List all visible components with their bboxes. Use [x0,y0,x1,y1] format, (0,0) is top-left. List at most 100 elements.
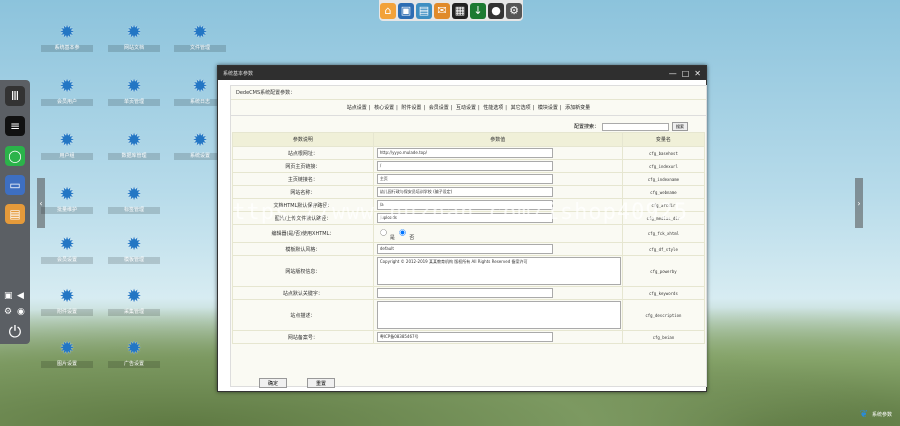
note-icon[interactable]: ▤ [5,204,25,224]
description-textarea[interactable] [376,301,621,329]
table-row: 网站名称： 幼儿园行政与保安员培训学校 (骗子设定) cfg_webname [232,185,706,199]
chat-icon[interactable]: ◯ [5,146,25,166]
document-icon[interactable]: ≡ [5,116,25,136]
monitor-icon[interactable]: ▣ [4,291,13,301]
col-value: 参数值 [372,132,623,147]
tab-add-variable[interactable]: 添加新变量 [565,105,590,111]
gear-icon: ✹ [126,130,142,151]
tab-attachment[interactable]: 附件设置 [401,105,421,111]
drive-icon[interactable]: ▭ [5,175,25,195]
gear-icon: ✹ [192,22,208,43]
folder-icon[interactable]: ▤ [416,2,432,19]
table-row: 站点描述： cfg_description [232,299,706,331]
table-row: 网页主页链接： / cfg_indexurl [232,159,706,173]
table-row: 模板默认风格： default cfg_df_style [232,242,706,256]
bottom-right-label: 系统参数 [871,412,892,418]
desktop-icon[interactable]: ✹ 单页管理 [108,78,160,106]
download-icon[interactable]: ↓ [470,2,486,19]
desktop-icon[interactable]: ✹ 网站文档 [108,24,160,52]
globe-icon[interactable]: ◉ [17,307,25,317]
tab-member[interactable]: 会员设置 [429,105,449,111]
desktop-icon[interactable]: ✹ 批量维护 [41,186,93,214]
desktop-icon[interactable]: ✹ 标签管理 [108,186,160,214]
table-row: 编辑器(是/否)使用XHTML： 是 否 cfg_fck_xhtml [232,224,706,243]
minimize-icon[interactable]: — [669,69,677,78]
tab-interaction[interactable]: 互动设置 [456,105,476,111]
watermark-text: https://www.huzhan.com/ishop40925 [218,200,689,225]
table-row: 站点根网址： http://yyyo.mulade.top/cfg_basehos… [232,146,706,160]
window-title: 系统基本参数 [223,70,254,77]
film-icon[interactable]: ▦ [452,2,468,19]
gear-icon: ✹ [126,22,142,43]
search-label: 配置搜索： [573,124,599,130]
gear-icon: ✹ [126,76,142,97]
search-input[interactable] [602,122,669,131]
app-icon[interactable]: ▣ [398,2,414,19]
desktop-icon[interactable]: ✹ 广告设置 [108,340,160,368]
form-buttons: 确定 重置 [259,378,335,388]
config-search: 配置搜索： 搜索 [574,122,688,131]
desktop-icon[interactable]: ✹ 采集管理 [108,288,160,316]
desktop-icon[interactable]: ✹ 模板管理 [108,236,160,264]
radio-no[interactable]: 否 [396,229,414,241]
tab-other[interactable]: 其它选项 [511,105,531,111]
gear-icon[interactable]: ⚙ [4,307,12,317]
desktop-icon[interactable]: ✹ 会员用户 [41,78,93,106]
power-icon[interactable]: ⏻ [5,322,25,342]
config-window: 系统基本参数 — □ ✕ DedeCMS系统配置参数： 站点设置 | 核心设置 | … [217,65,707,392]
powerby-textarea[interactable]: Copyright © 2012-2019 某某教育机构 版权所有 All Ri… [376,257,621,285]
table-row: 网站版权信息： Copyright © 2012-2019 某某教育机构 版权所有… [232,255,706,287]
reset-button[interactable]: 重置 [307,378,335,388]
gear-icon: ✹ [59,338,75,359]
indexname-field[interactable]: 主页 [376,174,553,184]
gear-icon: ✹ [126,338,142,359]
desktop-icon[interactable]: ✹ 用户组 [41,132,93,160]
desktop-icon[interactable]: ✹ 文件管理 [174,24,226,52]
gear-icon: ✹ [126,234,142,255]
style-field[interactable]: default [376,244,553,254]
bottom-right-widget[interactable]: ❦ 系统参数 [860,409,892,420]
gear-icon: ✹ [59,76,75,97]
table-row: 主页链接名： 主页 cfg_indexname [232,172,706,186]
desktop-icon[interactable]: ✹ 系统基本参 [41,24,93,52]
desktop-icon[interactable]: ✹ 数据库管理 [108,132,160,160]
webname-field[interactable]: 幼儿园行政与保安员培训学校 (骗子设定) [376,187,553,197]
settings-icon[interactable]: ⚙ [506,2,522,19]
config-heading: DedeCMS系统配置参数： [231,86,706,100]
gear-icon: ✹ [126,286,142,307]
books-icon[interactable]: Ⅲ [5,86,25,106]
gear-icon: ✹ [59,130,75,151]
tab-site[interactable]: 站点设置 [347,105,367,111]
gear-icon: ✹ [59,286,75,307]
tab-core[interactable]: 核心设置 [374,105,394,111]
col-description: 参数说明 [232,132,374,147]
earth-icon[interactable]: ● [488,2,504,19]
volume-icon[interactable]: ◀ [17,291,24,301]
mail-icon[interactable]: ✉ [434,2,450,19]
desktop-icon[interactable]: ✹ 附件设置 [41,288,93,316]
desktop-icon[interactable]: ✹ 图片设置 [41,340,93,368]
table-row: 站点默认关键字： cfg_keywords [232,286,706,300]
close-icon[interactable]: ✕ [694,69,701,78]
gear-icon: ✹ [59,234,75,255]
gear-icon: ✹ [126,184,142,205]
right-arrow-handle[interactable]: › [855,178,863,228]
gear-icon: ✹ [59,184,75,205]
tab-module[interactable]: 模块设置 [538,105,558,111]
desktop-icon[interactable]: ✹ 会员设置 [41,236,93,264]
window-titlebar[interactable]: 系统基本参数 — □ ✕ [218,66,706,80]
col-variable: 变量名 [621,132,706,147]
search-button[interactable]: 搜索 [672,122,688,131]
config-table: 参数说明 参数值 变量名 站点根网址： http://yyyo.mulade.to… [232,132,706,344]
confirm-button[interactable]: 确定 [259,378,287,388]
table-row: 网站备案号： 粤ICP备08385467号 cfg_beian [232,330,706,344]
maximize-icon[interactable]: □ [682,69,690,78]
beian-field[interactable]: 粤ICP备08385467号 [376,332,553,342]
basehost-field[interactable]: http://yyyo.mulade.top/ [376,148,553,158]
tab-performance[interactable]: 性能选项 [483,105,503,111]
radio-yes[interactable]: 是 [377,229,395,241]
config-panel: DedeCMS系统配置参数： 站点设置 | 核心设置 | 附件设置 | 会员设置 | 互… [230,85,707,388]
indexurl-field[interactable]: / [376,161,553,171]
keywords-field[interactable] [376,288,553,298]
home-icon[interactable]: ⌂ [380,2,396,19]
